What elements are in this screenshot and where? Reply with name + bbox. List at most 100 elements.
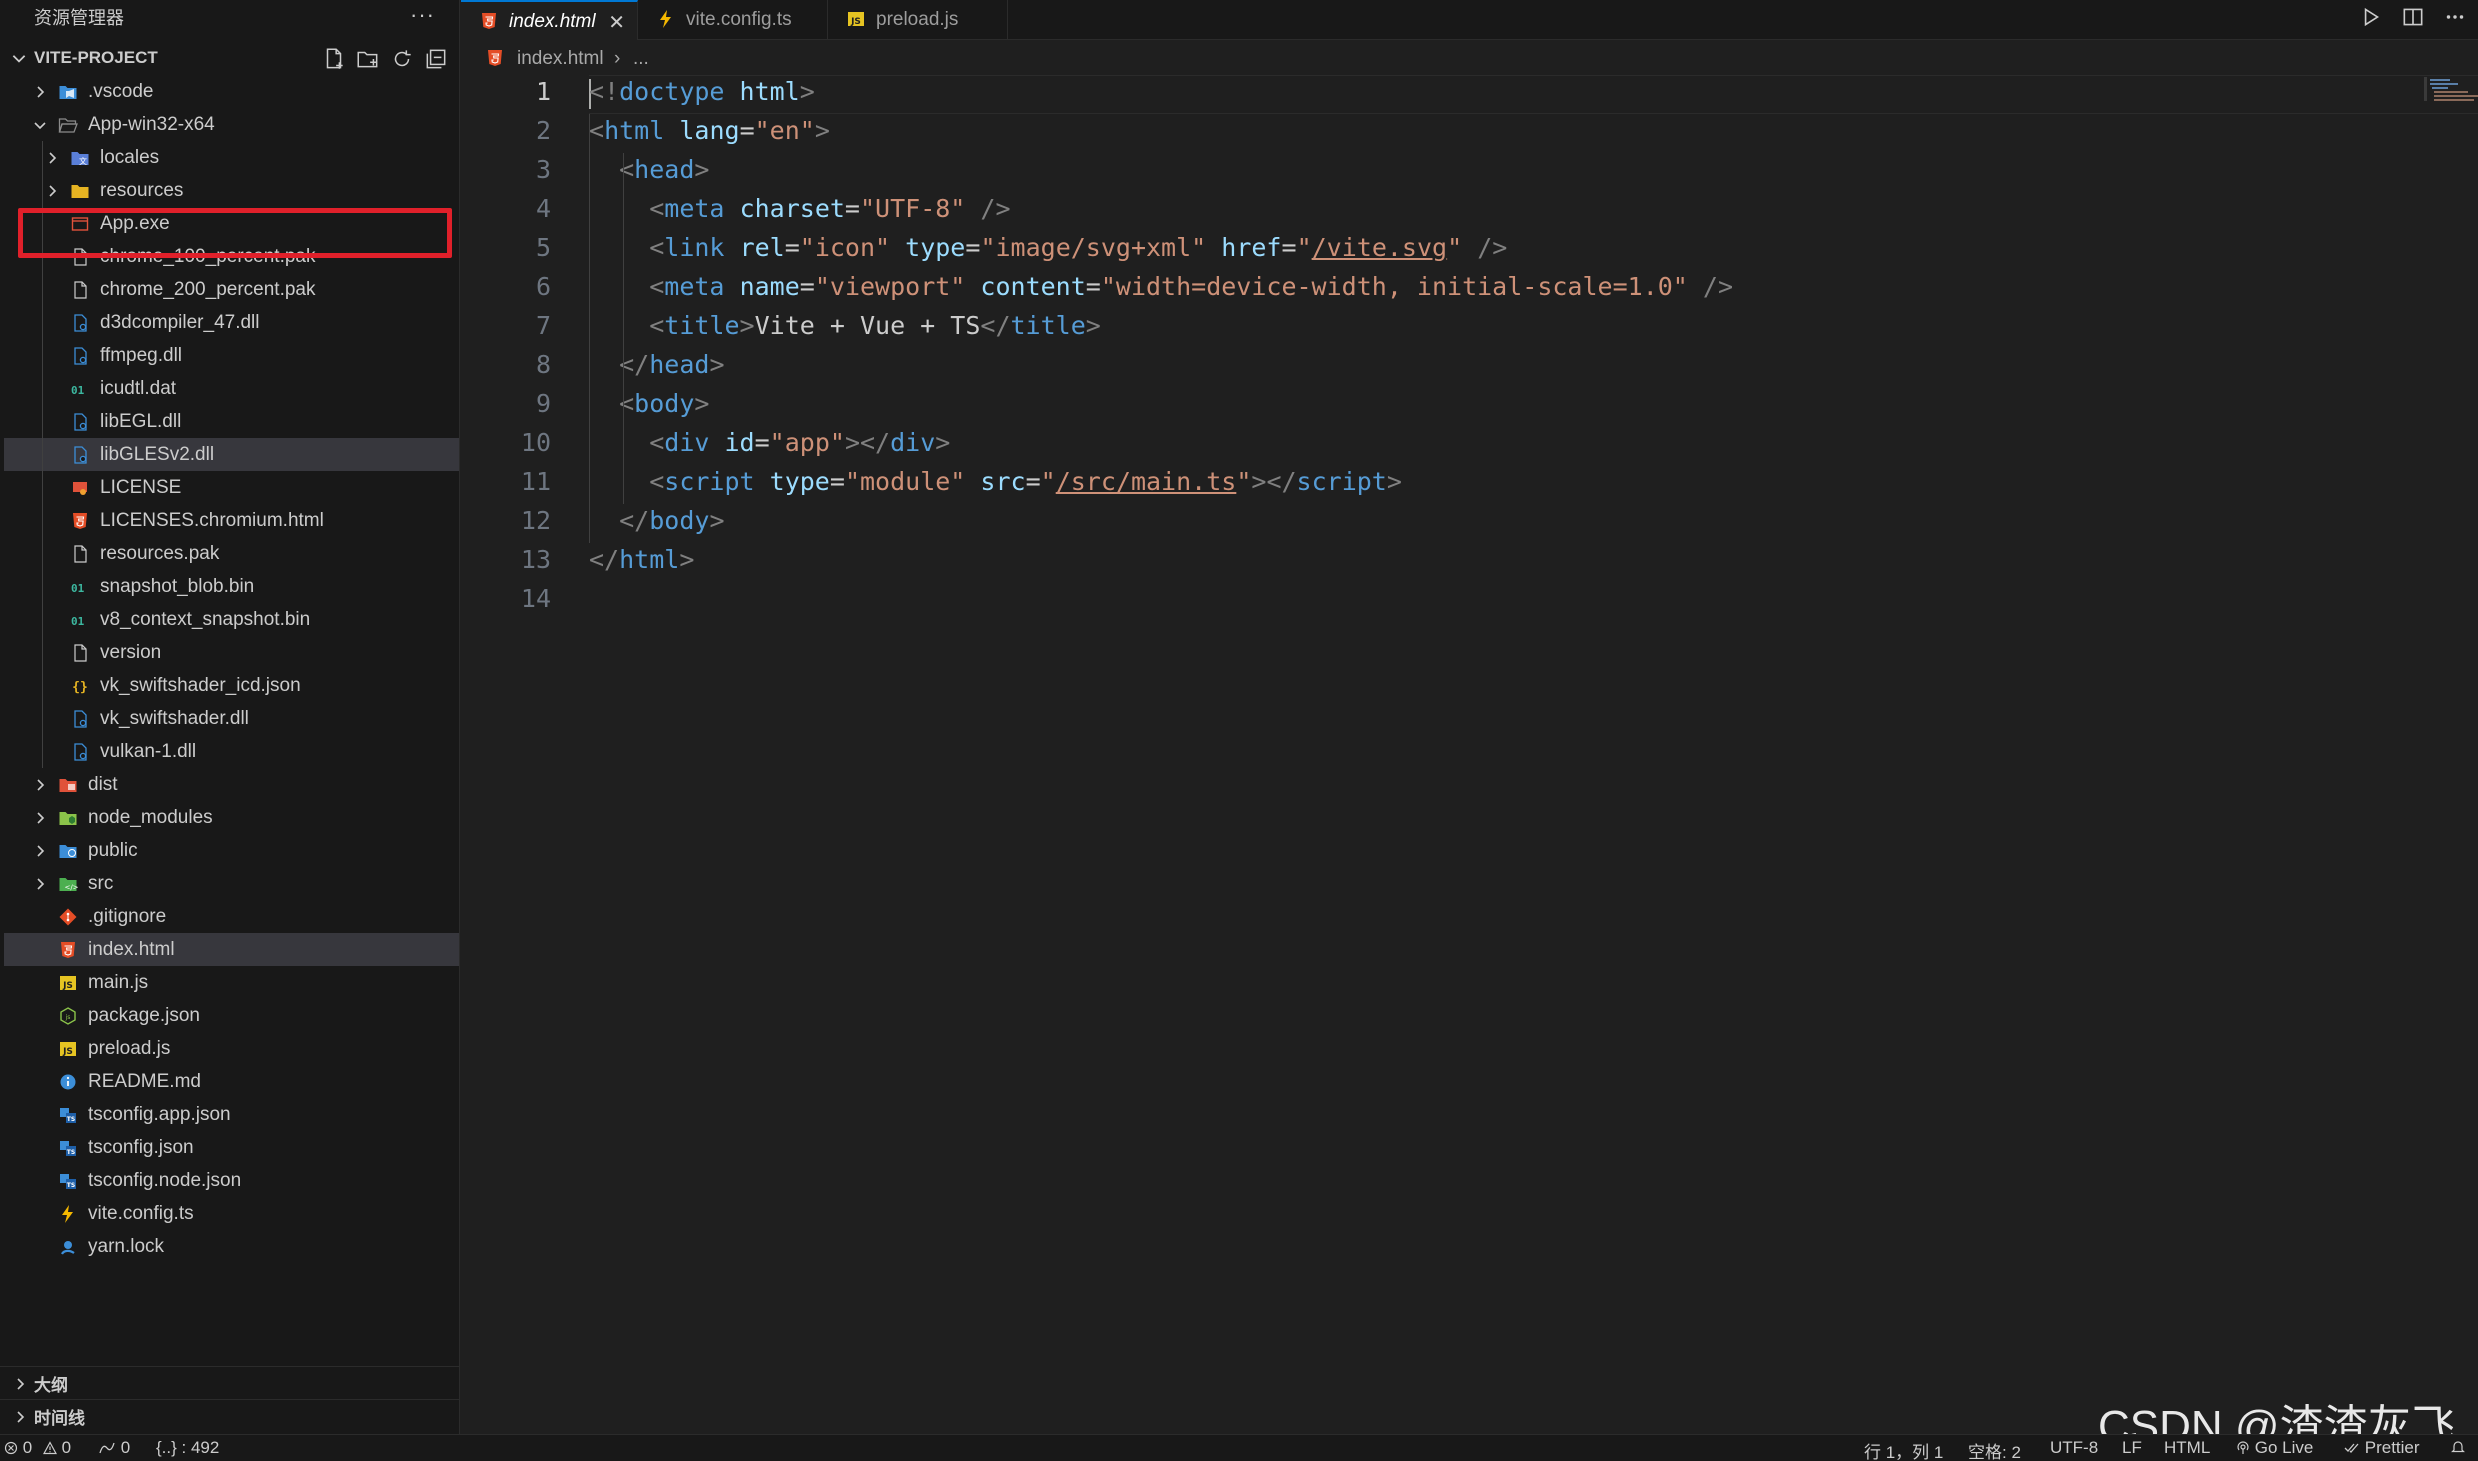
tree-item[interactable]: resources.pak [4,537,459,570]
tree-item[interactable]: TS tsconfig.app.json [4,1098,459,1131]
code-token: link [664,233,725,262]
tree-item[interactable]: 01 icudtl.dat [4,372,459,405]
code-line[interactable]: </head> [589,350,724,379]
breadcrumb-file[interactable]: index.html [517,48,604,70]
split-editor-icon[interactable] [2400,4,2426,30]
tree-item-label: tsconfig.app.json [88,1104,231,1125]
broadcast-icon [2237,1441,2249,1454]
tree-item[interactable]: .vscode [4,75,459,108]
tree-item[interactable]: version [4,636,459,669]
tree-item[interactable]: d3dcompiler_47.dll [4,306,459,339]
tree-item[interactable]: App-win32-x64 [4,108,459,141]
tree-item[interactable]: vk_swiftshader.dll [4,702,459,735]
code-line[interactable]: </body> [589,506,724,535]
close-tab-icon[interactable]: ✕ [608,10,625,35]
tree-item[interactable]: resources [4,174,459,207]
collapse-all-icon[interactable] [423,46,449,72]
chevron-right-icon[interactable] [32,777,48,793]
project-header[interactable]: VITE-PROJECT [0,41,459,74]
encoding[interactable]: UTF-8 [2050,1438,2098,1458]
chevron-right-icon[interactable] [44,183,60,199]
tree-item[interactable]: README.md [4,1065,459,1098]
tree-item[interactable]: vulkan-1.dll [4,735,459,768]
tree-item-label: App-win32-x64 [88,114,215,135]
new-file-icon[interactable] [321,46,347,72]
tree-item[interactable]: TS tsconfig.node.json [4,1164,459,1197]
run-icon[interactable] [2358,4,2384,30]
problems-indicator[interactable]: 0 0 [4,1438,71,1458]
chevron-down-icon[interactable] [32,117,48,133]
code-token[interactable]: /vite.svg [1312,233,1447,262]
code-line[interactable]: <html lang="en"> [589,116,830,145]
tab-vite-config[interactable]: vite.config.ts [638,0,828,40]
outline-section[interactable]: 大纲 [0,1366,460,1399]
code-line[interactable]: <head> [589,155,709,184]
tree-item[interactable]: index.html [4,933,459,966]
chevron-right-icon[interactable] [32,876,48,892]
code-editor[interactable]: 1 2 3 4 5 6 7 8 9 10 11 12 13 14 <!doctype html> <html… [461,75,2478,1434]
tree-item[interactable]: LICENSE [4,471,459,504]
go-live-button[interactable]: Go Live [2236,1438,2313,1458]
tree-item[interactable]: TS tsconfig.json [4,1131,459,1164]
ports-indicator[interactable]: 0 [98,1438,130,1458]
folder-locales-icon: 文 [70,148,90,168]
tree-item[interactable]: ffmpeg.dll [4,339,459,372]
tree-item[interactable]: 01 snapshot_blob.bin [4,570,459,603]
tab-label: preload.js [876,9,959,30]
code-token: > [694,155,710,184]
code-line[interactable]: <meta name="viewport" content="width=dev… [589,272,1733,301]
tree-item[interactable]: dist [4,768,459,801]
chevron-right-icon[interactable] [32,810,48,826]
prettier-button[interactable]: Prettier [2344,1438,2420,1458]
more-actions-icon[interactable]: ··· [410,2,435,28]
tree-item[interactable]: js package.json [4,999,459,1032]
language-mode[interactable]: HTML [2164,1438,2210,1458]
timeline-section[interactable]: 时间线 [0,1399,460,1432]
code-line[interactable]: <link rel="icon" type="image/svg+xml" hr… [589,233,1507,262]
breadcrumb-symbol[interactable]: ... [633,48,649,70]
chevron-right-icon[interactable] [44,150,60,166]
refresh-icon[interactable] [389,46,415,72]
tree-item[interactable]: LICENSES.chromium.html [4,504,459,537]
code-line[interactable]: <body> [589,389,709,418]
notifications-icon[interactable] [2450,1438,2466,1458]
more-actions-icon[interactable] [2442,4,2468,30]
chevron-right-icon[interactable] [32,84,48,100]
new-folder-icon[interactable] [355,46,381,72]
tree-item[interactable]: .gitignore [4,900,459,933]
json-count[interactable]: {..} : 492 [156,1438,219,1458]
code-line[interactable]: <div id="app"></div> [589,428,950,457]
code-line[interactable]: <meta charset="UTF-8" /> [589,194,1010,223]
tree-item[interactable]: vite.config.ts [4,1197,459,1230]
svg-text:JS: JS [62,1047,73,1057]
tree-item[interactable]: 01 v8_context_snapshot.bin [4,603,459,636]
tree-item[interactable]: {} vk_swiftshader_icd.json [4,669,459,702]
tree-item[interactable]: libGLESv2.dll [4,438,459,471]
code-line[interactable]: </html> [589,545,694,574]
tree-item[interactable]: JS preload.js [4,1032,459,1065]
tree-item[interactable]: 文 locales [4,141,459,174]
tree-item[interactable]: JS main.js [4,966,459,999]
end-of-line[interactable]: LF [2122,1438,2142,1458]
indentation[interactable]: 空格: 2 [1968,1438,2021,1461]
code-line[interactable]: <title>Vite + Vue + TS</title> [589,311,1101,340]
tab-index-html[interactable]: index.html ✕ [461,0,638,40]
minimap[interactable] [2422,75,2478,115]
code-line[interactable]: <!doctype html> [589,77,815,106]
tree-item[interactable]: yarn.lock [4,1230,459,1263]
tree-item[interactable]: libEGL.dll [4,405,459,438]
code-token: < [589,116,605,145]
tree-item[interactable]: </> src [4,867,459,900]
cursor-position[interactable]: 行 1，列 1 [1864,1438,1943,1461]
tree-item[interactable]: chrome_200_percent.pak [4,273,459,306]
tab-preload-js[interactable]: JS preload.js [828,0,1008,40]
code-token: > [694,389,710,418]
tree-item[interactable]: public [4,834,459,867]
code-token[interactable]: /src/main.ts [1056,467,1237,496]
code-line[interactable]: <script type="module" src="/src/main.ts"… [589,467,1402,496]
chevron-right-icon[interactable] [32,843,48,859]
tree-item[interactable]: node_modules [4,801,459,834]
